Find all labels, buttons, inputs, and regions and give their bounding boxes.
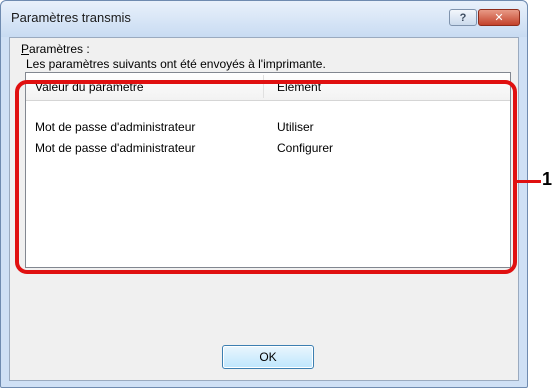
column-header-element[interactable]: Elément [277,80,321,94]
parameters-label-text: aramètres : [29,42,90,56]
help-button[interactable]: ? [449,9,477,26]
parameters-label: Paramètres : [21,42,90,56]
parameters-label-accelerator: P [21,42,30,56]
ok-button[interactable]: OK [222,345,314,369]
row-element: Configurer [277,141,334,155]
table-row[interactable]: Mot de passe d'administrateur Utiliser [26,118,510,138]
callout-leader-line [517,180,541,183]
intro-text: Les paramètres suivants ont été envoyés … [26,57,326,71]
callout-number: 1 [542,169,553,189]
row-parameter-value: Mot de passe d'administrateur [35,141,196,155]
row-element: Utiliser [277,120,314,134]
title-bar[interactable]: Paramètres transmis ? ✕ [1,1,527,37]
list-header: Valeur du paramètre Elément [26,73,510,101]
column-separator[interactable] [263,75,264,98]
window-title: Paramètres transmis [11,10,131,25]
parameters-list[interactable]: Valeur du paramètre Elément Mot de passe… [25,72,511,268]
column-header-parameter-value[interactable]: Valeur du paramètre [35,80,144,94]
question-mark-icon: ? [459,11,467,24]
close-icon: ✕ [494,12,504,24]
table-row[interactable]: Mot de passe d'administrateur Configurer [26,139,510,159]
close-button[interactable]: ✕ [478,9,520,26]
row-parameter-value: Mot de passe d'administrateur [35,120,196,134]
